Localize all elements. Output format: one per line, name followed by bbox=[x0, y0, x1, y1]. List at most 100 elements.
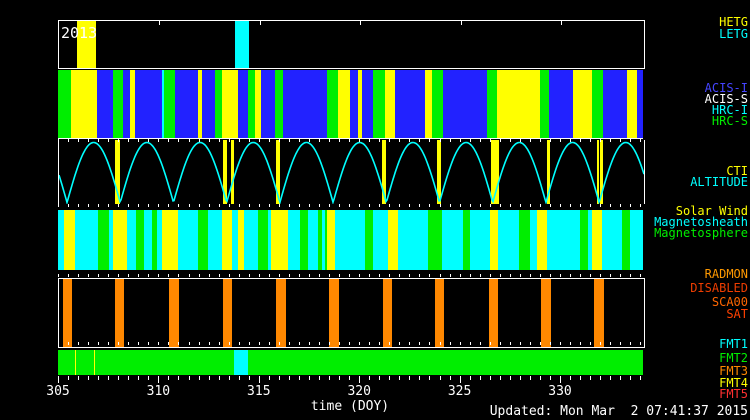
axis-tick-label: 330 bbox=[548, 384, 571, 399]
band-minor-tick bbox=[500, 342, 501, 345]
segment-green bbox=[198, 210, 208, 270]
band-minor-tick bbox=[480, 342, 481, 345]
band-minor-tick bbox=[158, 342, 159, 345]
axis-minor-tick bbox=[429, 376, 430, 380]
band-minor-tick bbox=[630, 342, 631, 345]
segment-yellow bbox=[71, 70, 97, 138]
segment-cyan bbox=[442, 210, 463, 270]
band-formats bbox=[58, 350, 643, 375]
band-minor-tick bbox=[269, 342, 270, 345]
band-minor-tick bbox=[399, 204, 400, 207]
segment-green bbox=[58, 350, 643, 375]
segment-cyan bbox=[602, 210, 622, 270]
segment-green bbox=[432, 70, 443, 138]
legend-label-radmon: RADMON bbox=[705, 268, 748, 280]
axis-minor-tick bbox=[269, 376, 270, 380]
axis-tick-label: 310 bbox=[147, 384, 170, 399]
band-minor-tick bbox=[158, 204, 159, 207]
segment-green bbox=[327, 70, 338, 138]
altitude-arc-line bbox=[59, 143, 644, 203]
band-solarwind bbox=[58, 210, 643, 270]
band-minor-tick bbox=[279, 139, 280, 142]
band-minor-tick bbox=[239, 342, 240, 345]
segment-orange bbox=[276, 279, 286, 347]
segment-yellow bbox=[94, 350, 95, 375]
segment-yellow bbox=[113, 210, 127, 270]
band-minor-tick bbox=[600, 139, 601, 142]
segment-blue bbox=[549, 70, 573, 138]
band-minor-tick bbox=[580, 274, 581, 277]
axis-minor-tick bbox=[470, 376, 471, 380]
band-minor-tick bbox=[239, 139, 240, 142]
band-minor-tick bbox=[419, 204, 420, 207]
year-label: 2013 bbox=[61, 24, 97, 42]
band-minor-tick bbox=[460, 139, 461, 142]
band-minor-tick bbox=[369, 274, 370, 277]
band-minor-tick bbox=[319, 139, 320, 142]
band-minor-tick bbox=[199, 204, 200, 207]
band-minor-tick bbox=[389, 204, 390, 207]
band-minor-tick bbox=[590, 274, 591, 277]
band-minor-tick bbox=[570, 274, 571, 277]
axis-major-tick bbox=[58, 376, 59, 383]
segment-green bbox=[113, 70, 123, 138]
band-minor-tick bbox=[419, 274, 420, 277]
axis-minor-tick bbox=[550, 376, 551, 380]
axis-minor-tick bbox=[419, 376, 420, 380]
band-minor-tick bbox=[138, 139, 139, 142]
band-minor-tick bbox=[490, 342, 491, 345]
segment-green bbox=[487, 70, 497, 138]
segment-orange bbox=[63, 279, 72, 347]
segment-green bbox=[300, 210, 308, 270]
band-minor-tick bbox=[580, 139, 581, 142]
band-minor-tick bbox=[189, 139, 190, 142]
axis-tick-label: 320 bbox=[347, 384, 370, 399]
band-minor-tick bbox=[319, 274, 320, 277]
band-minor-tick bbox=[540, 204, 541, 207]
band-minor-tick bbox=[128, 139, 129, 142]
segment-cyan bbox=[470, 210, 490, 270]
axis-major-tick bbox=[158, 376, 159, 383]
axis-major-tick bbox=[259, 376, 260, 383]
axis-minor-tick bbox=[520, 376, 521, 380]
band-minor-tick bbox=[138, 274, 139, 277]
segment-cyan bbox=[288, 210, 300, 270]
segment-cyan bbox=[373, 210, 388, 270]
band-minor-tick bbox=[329, 204, 330, 207]
segment-green bbox=[540, 70, 549, 138]
band-minor-tick bbox=[500, 139, 501, 142]
band-minor-tick bbox=[369, 342, 370, 345]
band-minor-tick bbox=[299, 342, 300, 345]
axis-minor-tick bbox=[610, 376, 611, 380]
band-minor-tick bbox=[610, 139, 611, 142]
band-minor-tick bbox=[279, 204, 280, 207]
band-minor-tick bbox=[88, 274, 89, 277]
band-minor-tick bbox=[68, 342, 69, 345]
band-minor-tick bbox=[118, 342, 119, 345]
band-minor-tick bbox=[249, 274, 250, 277]
band-minor-tick bbox=[450, 139, 451, 142]
axis-minor-tick bbox=[249, 376, 250, 380]
band-minor-tick bbox=[329, 274, 330, 277]
band-minor-tick bbox=[138, 342, 139, 345]
segment-blue bbox=[443, 70, 487, 138]
band-minor-tick bbox=[359, 274, 360, 277]
band-minor-tick bbox=[118, 139, 119, 142]
band-minor-tick bbox=[440, 274, 441, 277]
axis-minor-tick bbox=[600, 376, 601, 380]
segment-blue bbox=[123, 70, 130, 138]
band-minor-tick bbox=[229, 342, 230, 345]
segment-yellow bbox=[271, 210, 288, 270]
band-minor-tick bbox=[148, 204, 149, 207]
band-minor-tick bbox=[68, 274, 69, 277]
band-minor-tick bbox=[460, 274, 461, 277]
band-minor-tick bbox=[279, 342, 280, 345]
axis-minor-tick bbox=[309, 376, 310, 380]
axis-minor-tick bbox=[239, 376, 240, 380]
segment-blue bbox=[97, 70, 113, 138]
segment-cyan bbox=[244, 210, 258, 270]
segment-green bbox=[164, 70, 175, 138]
band-minor-tick bbox=[339, 342, 340, 345]
band-minor-tick bbox=[409, 139, 410, 142]
band-minor-tick bbox=[289, 274, 290, 277]
